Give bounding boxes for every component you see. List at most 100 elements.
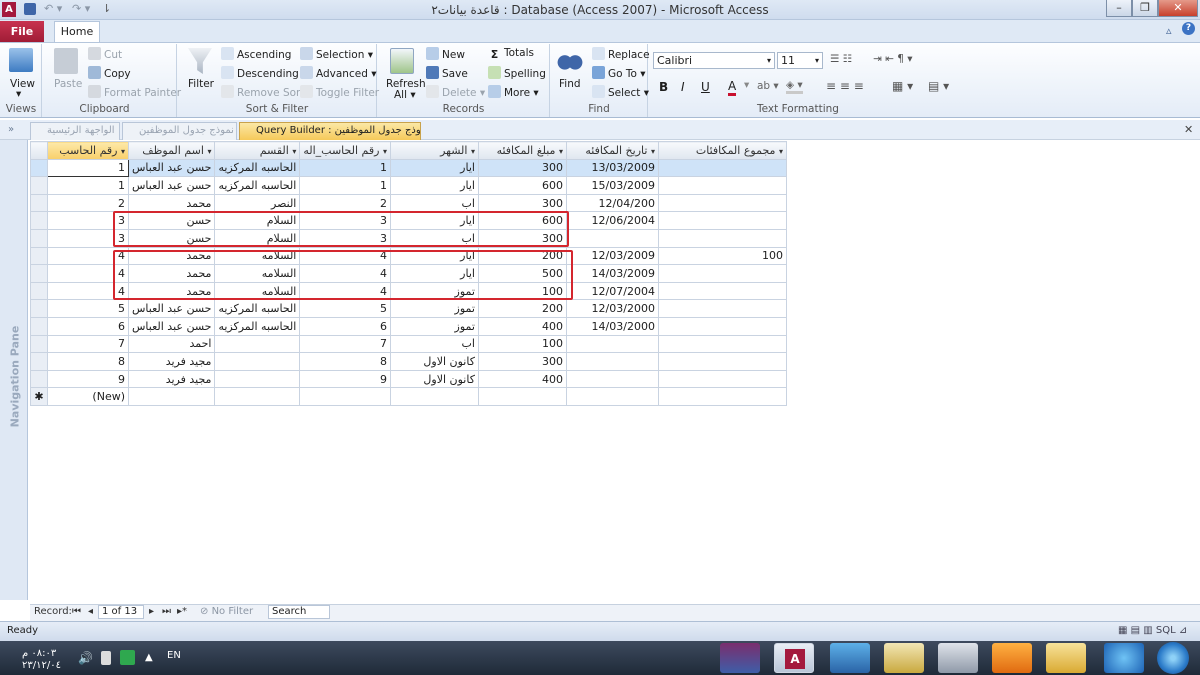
copy-button[interactable]: Copy [88, 66, 131, 80]
row-selector[interactable] [30, 228, 48, 248]
table-cell[interactable]: 14/03/2000 [565, 316, 659, 336]
table-cell[interactable]: 400 [477, 316, 567, 336]
table-cell[interactable] [565, 334, 659, 354]
table-cell[interactable] [657, 352, 787, 371]
row-selector[interactable] [30, 264, 48, 283]
windows-start-icon[interactable] [1157, 642, 1189, 674]
underline-icon[interactable]: U [701, 80, 710, 94]
view-button[interactable]: View [10, 78, 35, 90]
table-cell[interactable] [657, 369, 787, 389]
table-cell[interactable]: تموز [389, 299, 479, 318]
users-icon[interactable] [830, 643, 870, 673]
table-cell[interactable]: 1 [299, 176, 391, 195]
font-size-select[interactable]: 11 ▾ [777, 52, 823, 69]
descending-button[interactable]: Descending [221, 66, 299, 80]
table-cell[interactable] [477, 387, 567, 406]
font-color-dropdown[interactable]: ▾ [744, 79, 749, 91]
cut-button[interactable]: Cut [88, 47, 122, 61]
totals-button[interactable]: Σ Totals [488, 47, 534, 61]
table-cell[interactable] [389, 387, 479, 406]
table-cell[interactable] [657, 264, 787, 283]
table-cell[interactable]: 8 [299, 352, 391, 371]
table-cell[interactable]: 100 [657, 246, 787, 266]
new-record-nav-icon[interactable]: ▸* [177, 606, 187, 617]
fill-color-icon[interactable]: ◈ ▾ [786, 79, 803, 94]
media-player-icon[interactable] [992, 643, 1032, 673]
table-cell[interactable]: 1 [47, 158, 129, 178]
tabs-scroll-icon[interactable]: » [8, 124, 14, 135]
view-switcher-icons[interactable]: ▦ ▤ ▥ SQL ⊿ [1118, 625, 1187, 636]
table-cell[interactable] [657, 176, 787, 195]
table-cell[interactable]: 9 [47, 369, 129, 389]
table-cell[interactable] [657, 299, 787, 318]
advanced-button[interactable]: Advanced ▾ [300, 66, 376, 80]
close-document-icon[interactable]: ✕ [1184, 123, 1193, 136]
table-cell[interactable]: 7 [299, 334, 391, 354]
italic-icon[interactable]: I [681, 80, 685, 94]
table-row[interactable]: 2 محمد النصر 2 اب 300 12/04/200 [30, 193, 787, 213]
table-cell[interactable]: الحاسبه المركزيه [214, 158, 301, 178]
indent-icon[interactable]: ⇥ ⇤ ¶ ▾ [873, 53, 913, 65]
table-cell[interactable]: 1 [299, 158, 391, 178]
row-selector[interactable] [30, 158, 48, 178]
view-dropdown-icon[interactable]: ▾ [16, 88, 21, 100]
table-cell[interactable]: 7 [47, 334, 129, 354]
network-icon[interactable] [120, 650, 135, 665]
access-taskbar-icon[interactable]: A [774, 643, 814, 673]
table-cell[interactable]: 8 [47, 352, 129, 371]
table-cell[interactable]: حسن عبد العباس [127, 299, 216, 318]
highlight-icon[interactable]: ab ▾ [757, 80, 779, 92]
table-cell[interactable]: مجيد فريد [127, 369, 216, 389]
table-cell[interactable] [657, 316, 787, 336]
table-row[interactable]: 6 حسن عبد العباس الحاسبه المركزيه 6 تموز 400 1… [30, 316, 787, 336]
filter-button[interactable]: Filter [188, 78, 214, 90]
bold-icon[interactable]: B [659, 80, 668, 94]
table-cell[interactable]: 9 [299, 369, 391, 389]
table-cell[interactable]: 400 [477, 369, 567, 389]
table-cell[interactable] [657, 211, 787, 230]
table-cell[interactable]: اب [389, 334, 479, 354]
first-record-icon[interactable]: ⏮ [72, 606, 81, 617]
table-cell[interactable] [657, 228, 787, 248]
column-header[interactable]: القسم ▾ [214, 141, 301, 160]
align-left-icon[interactable]: ≡ ≡ ≡ [826, 79, 864, 93]
tab-query-builder[interactable]: Query Builder : نموذج جدول الموظفين [239, 122, 421, 140]
table-cell[interactable]: الحاسبه المركزيه [214, 176, 301, 195]
row-selector[interactable] [30, 369, 48, 389]
table-cell[interactable] [214, 334, 301, 354]
table-cell[interactable]: 13/03/2009 [565, 158, 659, 178]
help-icon[interactable]: ? [1182, 22, 1195, 35]
folder-icon[interactable] [884, 643, 924, 673]
record-position-field[interactable]: 1 of 13 [98, 605, 144, 619]
table-row[interactable]: 1 حسن عبد العباس الحاسبه المركزيه 1 ايار 600 1… [30, 176, 787, 195]
select-button[interactable]: Select ▾ [592, 85, 649, 99]
table-cell[interactable]: 100 [477, 334, 567, 354]
column-header[interactable]: تاريخ المكافئه ▾ [565, 141, 659, 160]
show-hidden-icons[interactable]: ▲ [145, 652, 153, 663]
table-cell[interactable]: 600 [477, 176, 567, 195]
table-cell[interactable]: 12/03/2000 [565, 299, 659, 318]
table-row[interactable]: 9 مجيد فريد 9 كانون الاول 400 [30, 369, 787, 389]
row-selector[interactable] [30, 352, 48, 371]
table-cell[interactable]: كانون الاول [389, 352, 479, 371]
volume-icon[interactable]: 🔊 [78, 651, 93, 665]
minimize-button[interactable]: – [1106, 0, 1132, 17]
internet-explorer-icon[interactable] [1104, 643, 1144, 673]
table-cell[interactable]: كانون الاول [389, 369, 479, 389]
table-cell[interactable]: 5 [47, 299, 129, 318]
new-row-selector[interactable]: ✱ [30, 387, 48, 406]
table-cell[interactable] [127, 387, 216, 406]
new-record-button[interactable]: New [426, 47, 465, 61]
row-selector[interactable] [30, 316, 48, 336]
delete-record-button[interactable]: Delete ▾ [426, 85, 485, 99]
next-record-icon[interactable]: ▸ [149, 606, 154, 617]
find-button[interactable]: Find [559, 78, 581, 90]
new-record-row[interactable]: ✱ (New) [30, 387, 787, 406]
table-cell[interactable] [214, 369, 301, 389]
table-cell[interactable]: 1 [47, 176, 129, 195]
column-header[interactable]: رقم الحاسب ▾ [47, 141, 129, 160]
close-button[interactable]: ✕ [1158, 0, 1198, 17]
row-selector[interactable] [30, 246, 48, 266]
table-row[interactable]: 8 مجيد فريد 8 كانون الاول 300 [30, 352, 787, 371]
table-cell[interactable]: حسن عبد العباس [127, 176, 216, 195]
